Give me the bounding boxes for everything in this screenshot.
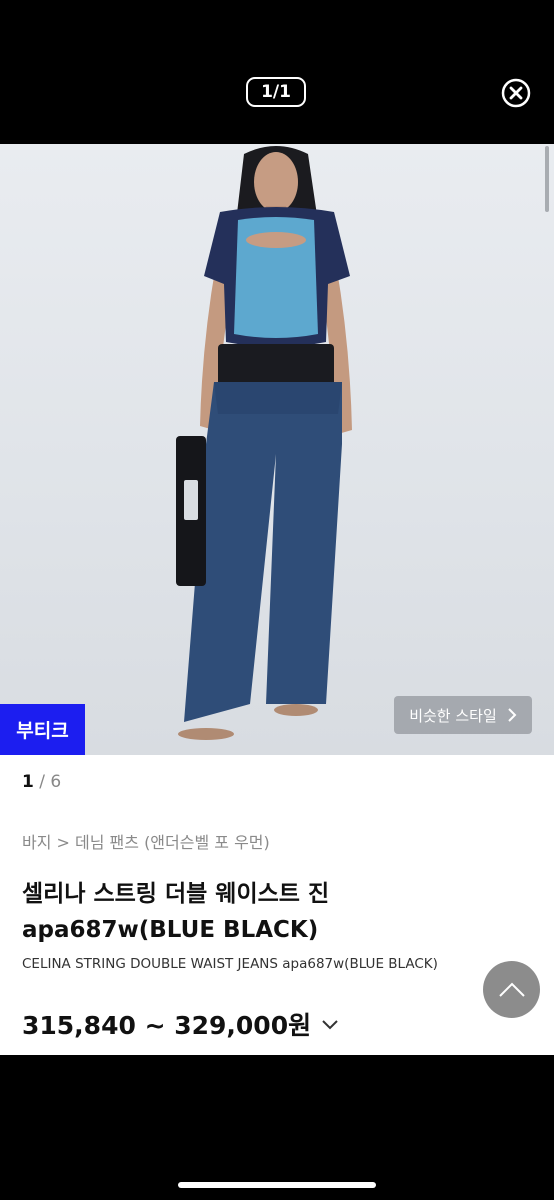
bottom-bar	[0, 1055, 554, 1200]
similar-style-button[interactable]: 비슷한 스타일	[394, 696, 532, 734]
price-label: 315,840 ~ 329,000원	[22, 1011, 312, 1040]
boutique-badge: 부티크	[0, 704, 85, 755]
product-info: 1 / 6 바지 > 데님 팬츠 (앤더슨벨 포 우먼) 셀리나 스트링 더블 …	[0, 755, 554, 1055]
close-icon	[501, 78, 531, 108]
product-photo[interactable]: 부티크 비슷한 스타일	[0, 144, 554, 755]
photo-pager: 1 / 6	[22, 772, 61, 792]
price-range[interactable]: 315,840 ~ 329,000원	[22, 1006, 339, 1042]
product-subtitle: CELINA STRING DOUBLE WAIST JEANS apa687w…	[22, 956, 438, 972]
scroll-top-button[interactable]	[483, 961, 540, 1018]
chevron-up-icon	[498, 982, 525, 997]
scroll-indicator	[545, 146, 549, 212]
chevron-down-icon	[322, 1020, 338, 1030]
pager-separator: /	[33, 772, 51, 792]
model-image	[176, 146, 352, 740]
close-button[interactable]	[501, 78, 531, 108]
chevron-right-icon	[508, 708, 517, 722]
pager-current: 1	[22, 772, 34, 792]
similar-style-label: 비슷한 스타일	[409, 706, 497, 725]
image-counter: 1/1	[246, 77, 306, 107]
breadcrumb[interactable]: 바지 > 데님 팬츠 (앤더슨벨 포 우먼)	[22, 829, 270, 853]
viewer-topbar: 1/1	[0, 0, 554, 144]
pager-total: 6	[50, 772, 62, 792]
home-indicator[interactable]	[178, 1182, 376, 1188]
product-title: 셀리나 스트링 더블 웨이스트 진 apa687w(BLUE BLACK)	[22, 881, 330, 943]
